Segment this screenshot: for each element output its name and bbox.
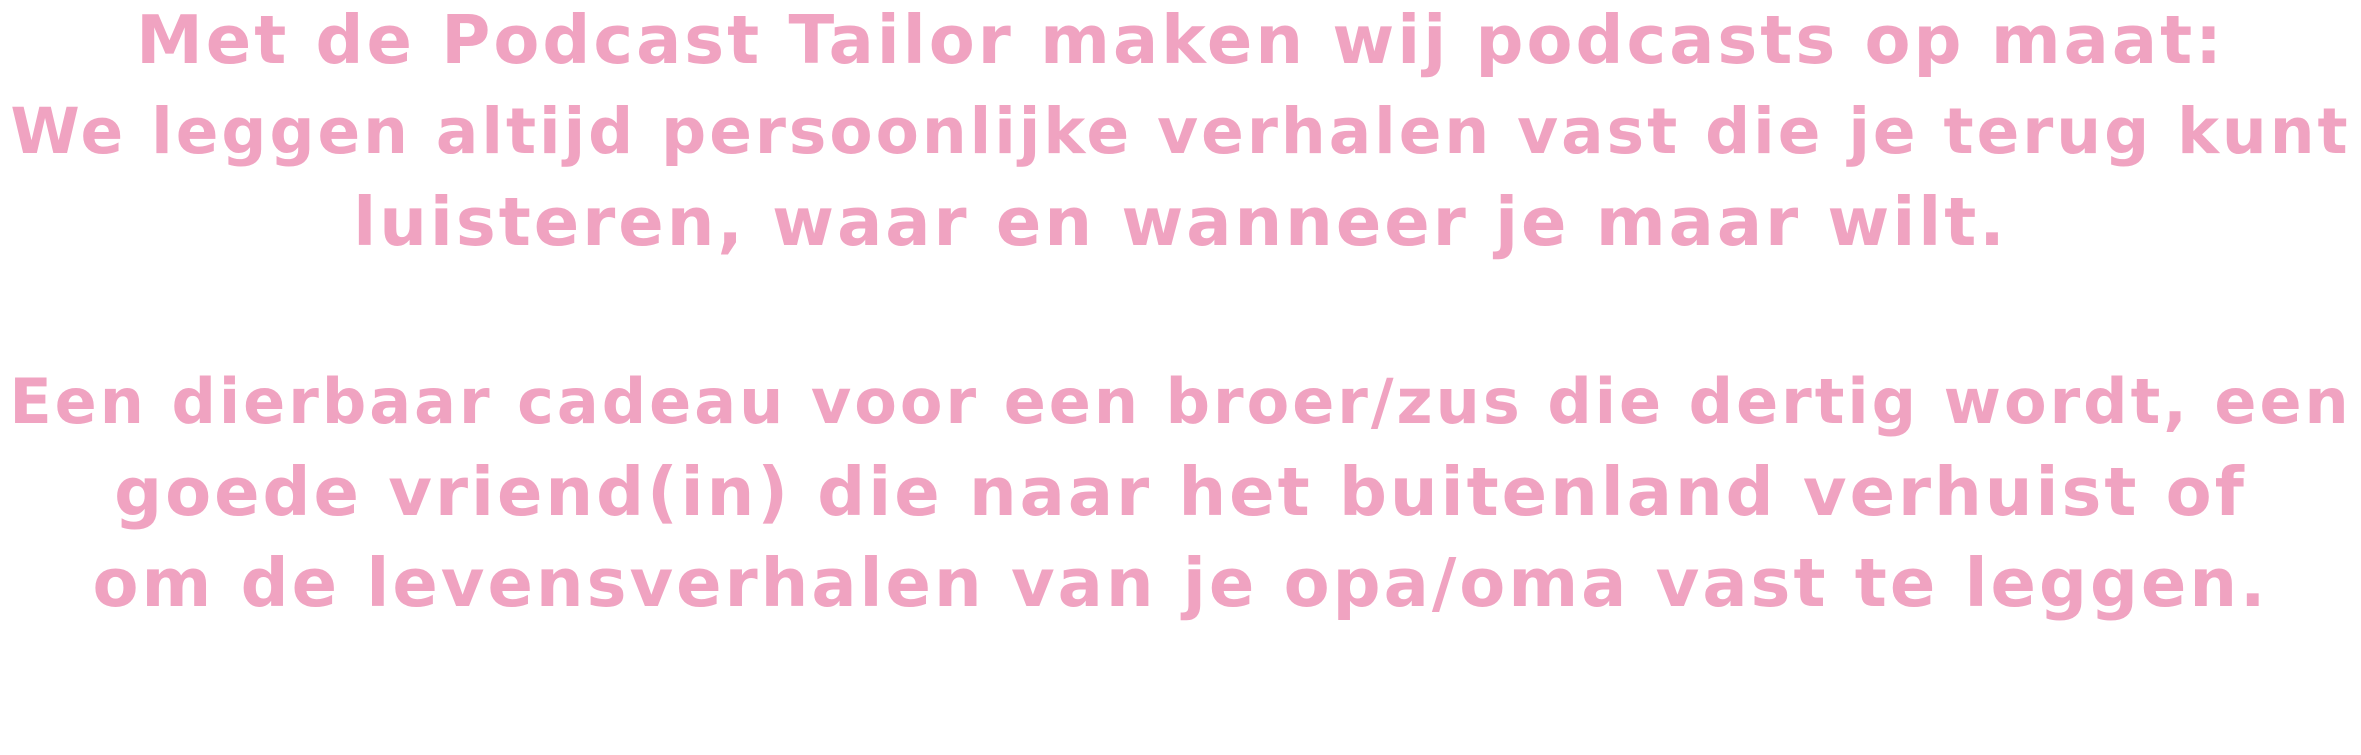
gift-line: Een dierbaar cadeau voor een broer/zus d… xyxy=(9,365,2352,438)
intro-line: luisteren, waar en wanneer je maar wilt. xyxy=(353,183,2008,261)
gift-paragraph: Een dierbaar cadeau voor een broer/zus d… xyxy=(0,356,2361,629)
intro-line: Met de Podcast Tailor maken wij podcasts… xyxy=(136,1,2225,79)
page: Met de Podcast Tailor maken wij podcasts… xyxy=(0,0,2361,755)
intro-paragraph: Met de Podcast Tailor maken wij podcasts… xyxy=(0,0,2361,268)
gift-line: om de levensverhalen van je opa/oma vast… xyxy=(92,544,2269,622)
gift-line: goede vriend(in) die naar het buitenland… xyxy=(114,453,2247,531)
intro-line: We leggen altijd persoonlijke verhalen v… xyxy=(10,95,2351,168)
